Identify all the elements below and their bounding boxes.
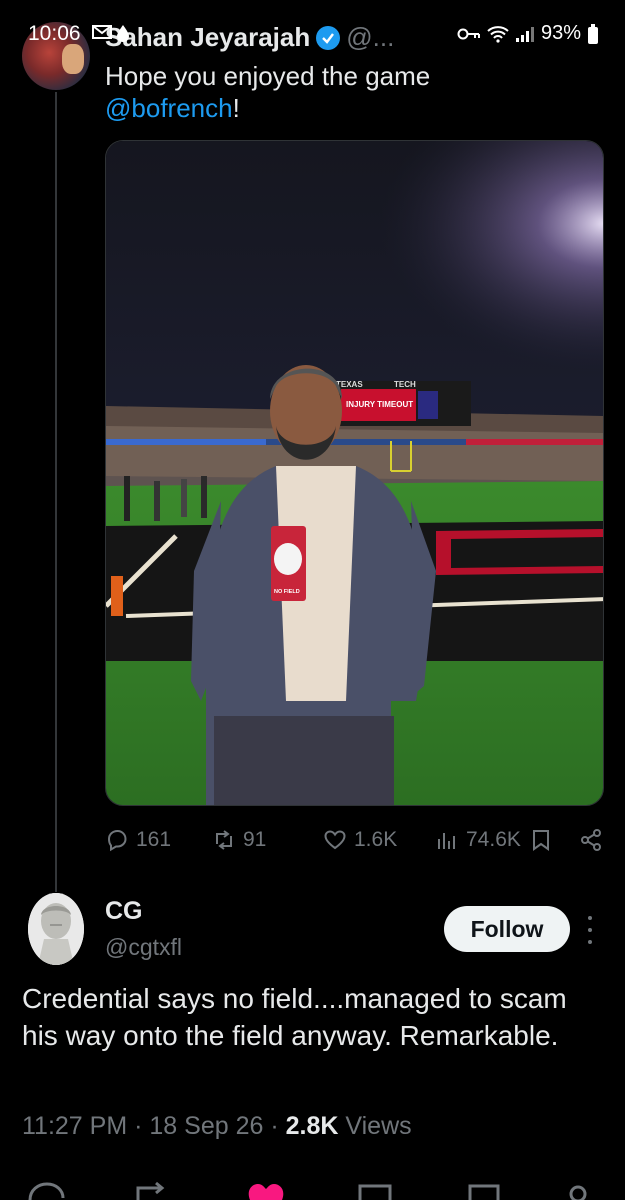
status-right: 93%: [457, 22, 599, 45]
like-count: 1.6K: [354, 828, 398, 851]
battery-percent: 93%: [540, 22, 581, 44]
tweet-text-end: !: [232, 93, 240, 123]
bust-statue-icon: [28, 893, 84, 965]
tweet-text: Hope you enjoyed the game @bofrench!: [105, 60, 585, 124]
photo-scoreboard-top-left: TEXAS: [336, 380, 363, 389]
retweet-icon: [216, 830, 232, 850]
more-options-icon[interactable]: [584, 916, 596, 944]
reply-views-count: 2.8K: [285, 1112, 339, 1140]
status-bar: 10:06 93%: [0, 0, 625, 48]
reply-meta: 11:27 PM · 18 Sep 26 · 2.8K Views: [22, 1112, 412, 1141]
views-action[interactable]: 74.6K: [435, 828, 521, 852]
reply-date[interactable]: 18 Sep 26: [149, 1112, 263, 1140]
signal-icon: [515, 26, 534, 42]
reply-action[interactable]: 161: [105, 828, 171, 852]
reply-time[interactable]: 11:27 PM: [22, 1112, 127, 1140]
heart-icon: [324, 830, 346, 850]
reply-count: 161: [136, 828, 172, 851]
retweet-action[interactable]: 91: [212, 828, 266, 852]
photo-credential-label: NO FIELD: [274, 589, 300, 595]
thread-connector-line: [55, 92, 57, 892]
reply-actions-partial: [0, 1178, 625, 1200]
mail-icon: [92, 25, 112, 39]
heart-filled-icon: [248, 1184, 284, 1200]
battery-icon: [588, 23, 598, 44]
reply-author-avatar[interactable]: [28, 893, 84, 965]
meta-separator-2: ·: [270, 1112, 279, 1140]
reply-views-label: Views: [345, 1112, 412, 1140]
reply-icon: [28, 1182, 65, 1200]
mention-link[interactable]: @bofrench: [105, 93, 233, 123]
retweet-count: 91: [243, 828, 267, 851]
bookmark-icon: [358, 1184, 392, 1200]
bookmark-filled-icon: [468, 1184, 500, 1200]
like-action[interactable]: 1.6K: [323, 828, 397, 852]
photo-scoreboard-top-right: TECH: [394, 380, 416, 389]
wifi-icon: [487, 25, 509, 43]
share-action[interactable]: [579, 828, 603, 852]
share-icon: [569, 1185, 587, 1200]
views-chart-icon: [438, 833, 455, 849]
status-time: 10:06: [28, 22, 81, 45]
stadium-photo-illustration: TEXAS TECH INJURY TIMEOUT NO FIELD: [106, 141, 603, 805]
notification-icons: [92, 24, 130, 42]
share-icon: [581, 829, 601, 851]
bookmark-action[interactable]: [529, 828, 553, 852]
key-icon: [457, 28, 480, 39]
reply-author-handle[interactable]: @cgtxfl: [105, 934, 182, 961]
retweet-icon: [136, 1181, 165, 1200]
meta-separator-1: ·: [134, 1112, 143, 1140]
reply-author-name[interactable]: CG: [105, 897, 143, 926]
droplet-icon: [117, 25, 129, 42]
reply-text: Credential says no field....managed to s…: [22, 983, 567, 1051]
photo-scoreboard-board: INJURY TIMEOUT: [346, 400, 413, 409]
tweet-actions: 161 91 1.6K 74.6K: [105, 822, 605, 858]
views-count: 74.6K: [466, 828, 521, 851]
tweet-photo[interactable]: TEXAS TECH INJURY TIMEOUT NO FIELD: [105, 140, 604, 806]
follow-button[interactable]: Follow: [444, 906, 570, 952]
tweet-text-main: Hope you enjoyed the game: [105, 61, 431, 91]
reply-icon: [107, 829, 127, 852]
bookmark-icon: [533, 830, 549, 851]
